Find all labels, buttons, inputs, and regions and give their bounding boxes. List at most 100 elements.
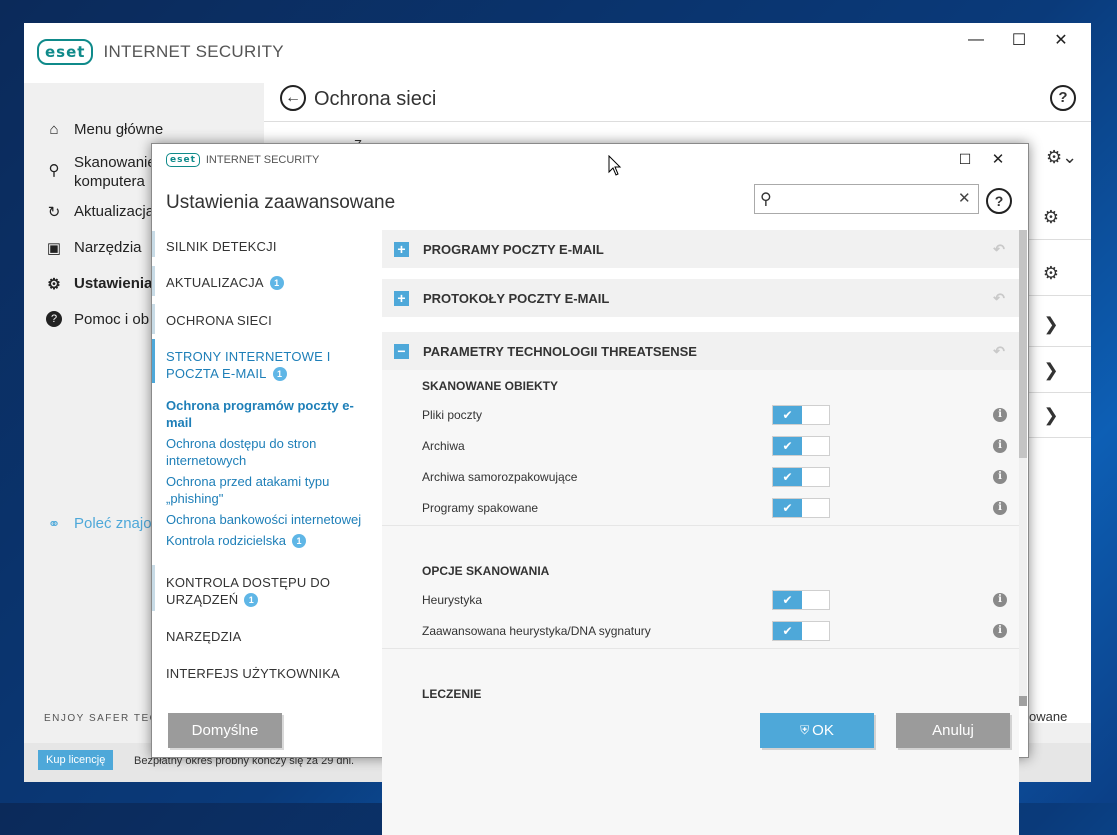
section-title: PROGRAMY POCZTY E-MAIL [423, 241, 604, 257]
section-email-clients[interactable]: + PROGRAMY POCZTY E-MAIL ↶ [382, 230, 1019, 268]
buy-license-button[interactable]: Kup licencję [38, 750, 114, 770]
nav-device-label: URZĄDZEŃ [166, 592, 239, 607]
default-button[interactable]: Domyślne [168, 713, 282, 748]
info-icon[interactable]: i [993, 408, 1007, 422]
nav-device-label: KONTROLA DOSTĘPU DO [166, 575, 331, 590]
nav-web-and-email[interactable]: STRONY INTERNETOWE I POCZTA E-MAIL 1 [166, 348, 331, 382]
minimize-button[interactable]: — [961, 25, 991, 55]
nav-sub-web-access-protection[interactable]: Ochrona dostępu do stron internetowych [166, 435, 316, 469]
sidebar-item-tools[interactable]: ▣ Narzędzia [46, 239, 142, 257]
scrollbar-end [1019, 696, 1027, 706]
sidebar-item-update[interactable]: ↻ Aktualizacja [46, 203, 154, 221]
nav-sub-banking-protection[interactable]: Ochrona bankowości internetowej [166, 511, 361, 528]
section-title: PROTOKOŁY POCZTY E-MAIL [423, 290, 610, 306]
home-icon: ⌂ [49, 121, 59, 138]
option-row: Zaawansowana heurystyka/DNA sygnatury ✔ … [382, 616, 1019, 647]
eset-logo: eset [166, 153, 200, 167]
shield-icon: ⛨ [800, 723, 810, 737]
subheading-cleaning: LECZENIE [422, 687, 482, 701]
right-fragment: owane [1029, 709, 1068, 724]
cancel-button[interactable]: Anuluj [896, 713, 1010, 748]
sidebar-item-help[interactable]: ? Pomoc i ob [46, 311, 149, 328]
nav-detection-engine[interactable]: SILNIK DETEKCJI [166, 238, 277, 255]
toggle-switch[interactable]: ✔ [772, 498, 830, 518]
search-box[interactable]: ⚲ ✕ [754, 184, 979, 214]
search-icon: ⚲ [760, 191, 772, 208]
dialog-close-button[interactable]: ✕ [983, 144, 1013, 174]
main-titlebar: eset INTERNET SECURITY — ☐ ✕ [24, 23, 1091, 83]
toggle-switch[interactable]: ✔ [772, 590, 830, 610]
scrollbar-thumb[interactable] [1019, 230, 1027, 458]
revert-icon[interactable]: ↶ [993, 241, 1005, 258]
check-icon: ✔ [773, 591, 802, 609]
subheading-scan-options: OPCJE SKANOWANIA [422, 564, 550, 578]
info-icon[interactable]: i [993, 501, 1007, 515]
revert-icon[interactable]: ↶ [993, 343, 1005, 360]
check-icon: ✔ [773, 406, 802, 424]
sidebar-item-label: komputera [74, 173, 145, 190]
toggle-switch[interactable]: ✔ [772, 405, 830, 425]
mouse-cursor-icon [608, 155, 622, 176]
option-label: Archiwa samorozpakowujące [422, 470, 578, 484]
option-row: Archiwa ✔ i [382, 431, 1019, 462]
close-button[interactable]: ✕ [1046, 25, 1076, 55]
revert-icon[interactable]: ↶ [993, 290, 1005, 307]
sidebar-item-label: Pomoc i ob [74, 311, 150, 328]
info-icon[interactable]: i [993, 470, 1007, 484]
nav-update[interactable]: AKTUALIZACJA 1 [166, 274, 284, 291]
info-icon[interactable]: i [993, 593, 1007, 607]
nav-sub-antiphishing[interactable]: Ochrona przed atakami typu „phishing" [166, 473, 329, 507]
clear-search-icon[interactable]: ✕ [958, 189, 971, 207]
nav-device-control[interactable]: KONTROLA DOSTĘPU DO URZĄDZEŃ 1 [166, 574, 330, 608]
back-icon[interactable]: ← [280, 85, 306, 111]
section-threatsense[interactable]: − PARAMETRY TECHNOLOGII THREATSENSE ↶ [382, 332, 1019, 370]
sidebar-item-label: Aktualizacja [74, 203, 155, 220]
scrollbar-track[interactable] [1019, 230, 1027, 706]
nav-web-label: STRONY INTERNETOWE I [166, 349, 331, 364]
briefcase-icon: ▣ [46, 240, 62, 257]
nav-tools[interactable]: NARZĘDZIA [166, 628, 241, 645]
device-badge: 1 [244, 593, 259, 607]
advanced-settings-dialog: eset INTERNET SECURITY ☐ ✕ Ustawienia za… [151, 143, 1029, 835]
nav-web-label: POCZTA E-MAIL [166, 366, 267, 381]
help-icon[interactable]: ? [1050, 85, 1076, 111]
info-icon[interactable]: i [993, 439, 1007, 453]
settings-gear-dropdown[interactable]: ⚙⌄ [1046, 147, 1077, 168]
toggle-switch[interactable]: ✔ [772, 436, 830, 456]
option-row: Pliki poczty ✔ i [382, 400, 1019, 431]
nav-sub-label: Ochrona przed atakami typu [166, 474, 330, 489]
eset-logo-text: eset [170, 155, 196, 165]
nav-sub-label: internetowych [166, 453, 247, 468]
section-email-protocols[interactable]: + PROTOKOŁY POCZTY E-MAIL ↶ [382, 279, 1019, 317]
check-icon: ✔ [773, 437, 802, 455]
maximize-button[interactable]: ☐ [1004, 25, 1034, 55]
sidebar-item-label: Ustawienia [74, 275, 153, 292]
check-icon: ✔ [773, 622, 802, 640]
ok-button[interactable]: ⛨ OK [760, 713, 874, 748]
enjoy-tagline: ENJOY SAFER TECH [44, 713, 168, 724]
recommend-icon: ⚭ [47, 516, 61, 533]
dialog-help-icon[interactable]: ? [986, 188, 1012, 214]
nav-network-protection[interactable]: OCHRONA SIECI [166, 312, 272, 329]
gear-icon: ⚙ [47, 276, 61, 293]
sidebar-item-scan[interactable]: ⚲ Skanowanie komputera [46, 153, 156, 191]
nav-user-interface[interactable]: INTERFEJS UŻYTKOWNIKA [166, 665, 340, 682]
nav-sub-email-client-protection[interactable]: Ochrona programów poczty e- mail [166, 397, 354, 431]
search-input[interactable] [781, 188, 950, 210]
check-icon: ✔ [773, 468, 802, 486]
toggle-switch[interactable]: ✔ [772, 467, 830, 487]
sidebar-item-label: Skanowanie [74, 154, 156, 171]
recommend-link[interactable]: ⚭ Poleć znajo [46, 515, 152, 533]
sidebar-item-home[interactable]: ⌂ Menu główne [46, 121, 163, 138]
nav-sub-label: „phishing" [166, 491, 224, 506]
nav-sub-parental-control[interactable]: Kontrola rodzicielska 1 [166, 532, 306, 549]
sidebar-item-settings[interactable]: ⚙ Ustawienia [46, 275, 152, 293]
sidebar-item-label: Narzędzia [74, 239, 142, 256]
check-icon: ✔ [773, 499, 802, 517]
dialog-maximize-button[interactable]: ☐ [950, 144, 980, 174]
toggle-switch[interactable]: ✔ [772, 621, 830, 641]
update-badge: 1 [269, 276, 284, 290]
info-icon[interactable]: i [993, 624, 1007, 638]
recommend-label: Poleć znajo [74, 515, 152, 532]
option-label: Heurystyka [422, 593, 483, 607]
